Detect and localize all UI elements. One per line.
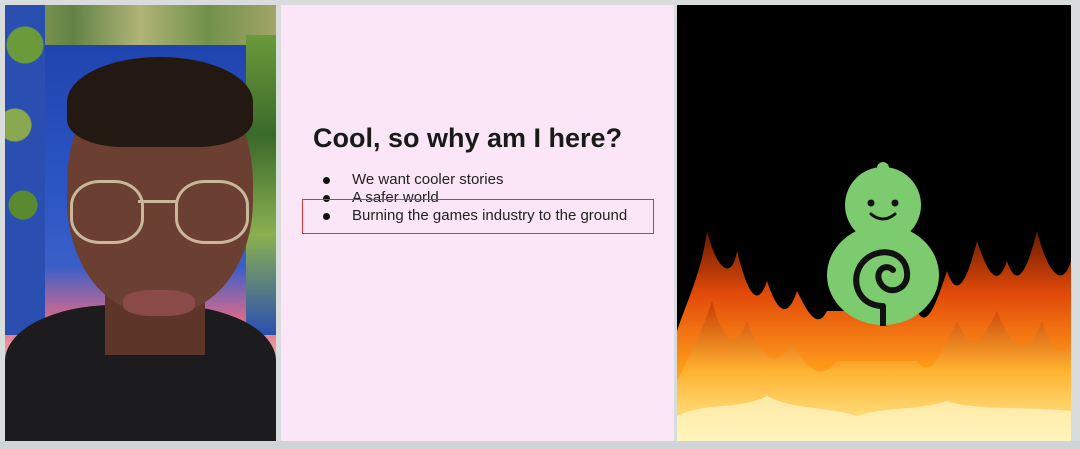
mascot-logo-icon	[827, 162, 939, 326]
presentation-slide: Cool, so why am I here? We want cooler s…	[281, 5, 674, 441]
bullet-text: We want cooler stories	[352, 171, 504, 188]
presenter-hair	[67, 57, 253, 147]
slide-title: Cool, so why am I here?	[313, 123, 623, 153]
fire-image-panel	[677, 5, 1071, 441]
foliage-background	[5, 5, 276, 45]
foliage-left	[5, 5, 45, 335]
presenter-webcam	[5, 5, 276, 441]
bullet-dot-icon	[323, 177, 330, 184]
presenter-mouth	[123, 290, 195, 316]
screen-bottom-edge	[0, 441, 1080, 449]
glasses-left-lens	[70, 180, 144, 244]
glasses-right-lens	[175, 180, 249, 244]
bullet-item: We want cooler stories	[321, 171, 627, 189]
highlight-annotation-box	[302, 199, 654, 234]
video-frame: Cool, so why am I here? We want cooler s…	[0, 0, 1080, 449]
glasses-bridge	[138, 200, 176, 203]
